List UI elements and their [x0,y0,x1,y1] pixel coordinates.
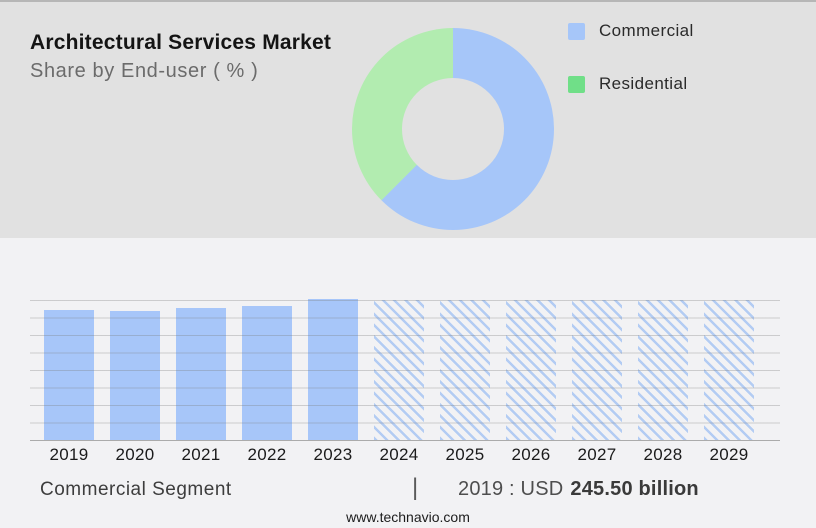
footer-separator: | [412,474,419,501]
residential-swatch-icon [568,75,585,93]
bar-slot-2019: 2019 [36,300,102,464]
x-tick-2019: 2019 [49,445,89,464]
segment-value: 2019 : USD 245.50 billion [458,478,699,501]
bar-slot-2029: 2029 [696,300,762,464]
donut-hole [402,78,504,180]
x-tick-2020: 2020 [115,445,155,464]
bar-2026-forecast [506,300,556,440]
legend-label-residential: Residential [599,74,688,93]
chart-legend: Commercial Residential [568,21,694,127]
bar-2021 [176,308,226,440]
x-tick-2025: 2025 [445,445,485,464]
page-title: Architectural Services Market [30,31,332,54]
segment-label: Commercial Segment [40,479,232,500]
x-tick-2027: 2027 [577,445,617,464]
x-tick-2021: 2021 [181,445,221,464]
bar-slot-2022: 2022 [234,300,300,464]
bar-2022 [242,306,292,440]
x-tick-2023: 2023 [313,445,353,464]
page-subtitle: Share by End-user ( % ) [30,60,259,82]
header-panel: Architectural Services Market Share by E… [0,2,816,238]
x-tick-2028: 2028 [643,445,683,464]
bar-2028-forecast [638,300,688,440]
donut-chart [352,28,554,230]
bar-2029-forecast [704,300,754,440]
bar-slot-2020: 2020 [102,300,168,464]
x-tick-2024: 2024 [379,445,419,464]
x-tick-2029: 2029 [709,445,749,464]
legend-item-commercial: Commercial [568,21,694,41]
x-tick-2026: 2026 [511,445,551,464]
x-tick-2022: 2022 [247,445,287,464]
bar-2023 [308,299,358,440]
bar-2025-forecast [440,300,490,440]
bar-2020 [110,311,160,440]
bar-slot-2021: 2021 [168,300,234,464]
value-amount: 245.50 billion [570,478,699,500]
bar-2027-forecast [572,300,622,440]
commercial-swatch-icon [568,22,585,40]
bar-slot-2026: 2026 [498,300,564,464]
bar-slot-2024: 2024 [366,300,432,464]
bar-2019 [44,310,94,440]
website-url: www.technavio.com [346,509,470,525]
legend-item-residential: Residential [568,74,694,94]
value-prefix: 2019 : USD [458,478,564,500]
bar-slot-2028: 2028 [630,300,696,464]
bar-slot-2023: 2023 [300,299,366,464]
bar-slot-2027: 2027 [564,300,630,464]
bar-chart-panel: 2019 2020 2021 2022 2023 2024 2025 2026 2027 2028… [0,238,816,528]
legend-label-commercial: Commercial [599,21,694,40]
bar-2024-forecast [374,300,424,440]
bar-chart: 2019 2020 2021 2022 2023 2024 2025 2026 2027 2028… [30,299,780,464]
bar-slot-2025: 2025 [432,300,498,464]
